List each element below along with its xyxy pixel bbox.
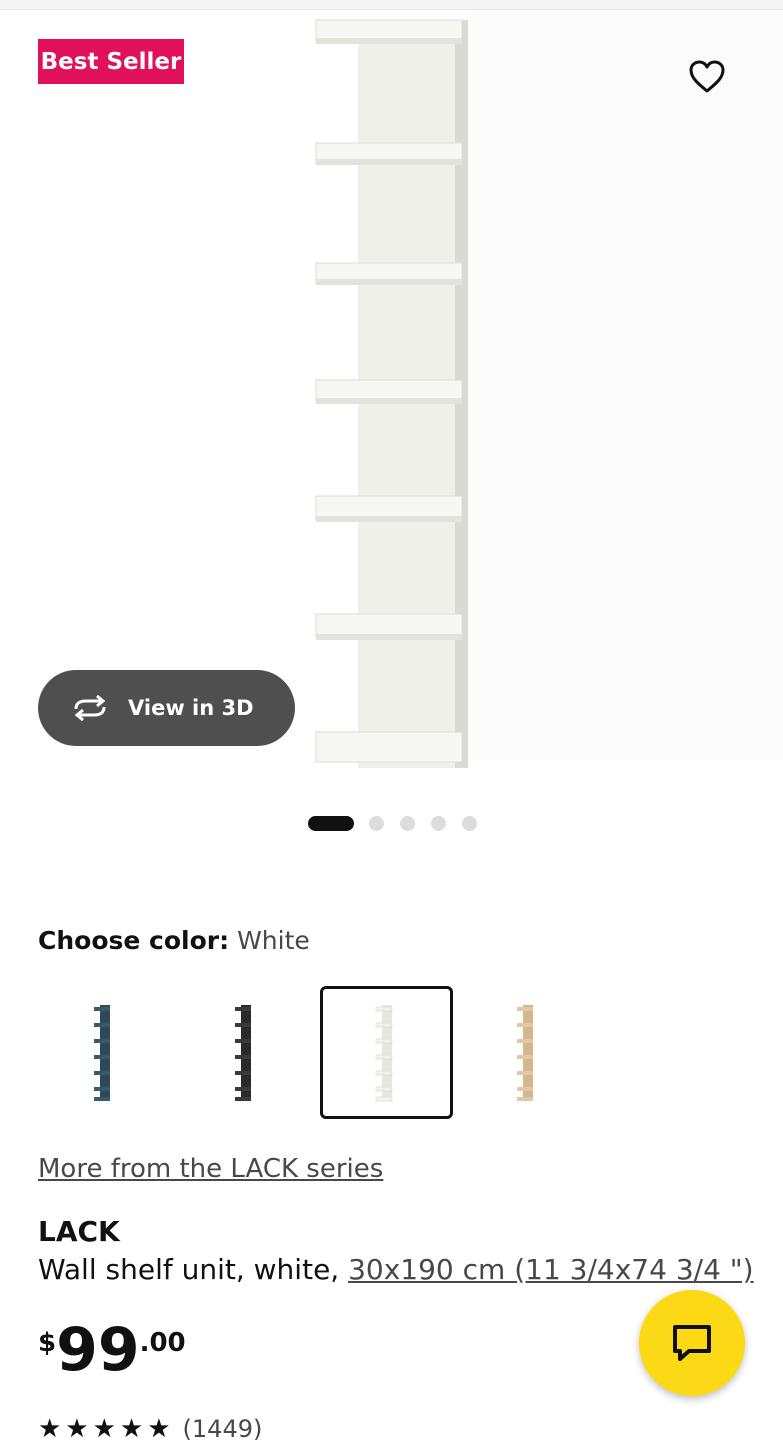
heart-outline-icon [689, 60, 725, 93]
pagination-dot-3[interactable] [400, 815, 415, 831]
shelf-thumbnail-black-brown [234, 1004, 251, 1101]
pagination-dot-1[interactable] [308, 815, 354, 831]
color-value: White [237, 926, 310, 955]
pagination-dot-4[interactable] [431, 815, 446, 831]
price-integer: 99 [56, 1315, 140, 1385]
review-count: (1449) [182, 1415, 263, 1443]
swatch-black-brown[interactable] [179, 986, 312, 1119]
pagination-dot-5[interactable] [462, 815, 477, 831]
shelf-thumbnail-blue [93, 1004, 110, 1101]
product-dimensions-link[interactable]: 30x190 cm (11 3/4x74 3/4 ") [348, 1253, 754, 1286]
color-chooser-label: Choose color: White [38, 926, 310, 955]
shelf-thumbnail-oak [516, 1004, 533, 1101]
top-bar [0, 0, 783, 10]
view-in-3d-label: View in 3D [128, 696, 254, 720]
chat-bubble-icon [673, 1325, 711, 1361]
gallery-pagination [308, 815, 493, 831]
color-label: Choose color: [38, 926, 230, 955]
swatch-white[interactable] [320, 986, 453, 1119]
product-type-text: Wall shelf unit, white, [38, 1253, 349, 1286]
best-seller-badge: Best Seller [38, 39, 184, 84]
color-swatches [38, 986, 602, 1119]
product-price: $ 99 .00 [38, 1318, 186, 1382]
swatch-blue[interactable] [38, 986, 171, 1119]
product-description: Wall shelf unit, white, 30x190 cm (11 3/… [38, 1253, 754, 1286]
product-name: LACK [38, 1215, 120, 1248]
favorite-button[interactable] [686, 56, 728, 98]
price-decimal: .00 [139, 1328, 186, 1358]
rotate-3d-icon [70, 693, 112, 723]
pagination-dot-2[interactable] [369, 815, 384, 831]
price-currency: $ [38, 1328, 57, 1358]
product-image-shelf [315, 19, 468, 768]
view-in-3d-button[interactable]: View in 3D [38, 670, 295, 746]
shelf-thumbnail-white [375, 1004, 392, 1101]
swatch-oak[interactable] [461, 986, 594, 1119]
series-link[interactable]: More from the LACK series [38, 1154, 383, 1184]
chat-button[interactable] [639, 1290, 745, 1396]
